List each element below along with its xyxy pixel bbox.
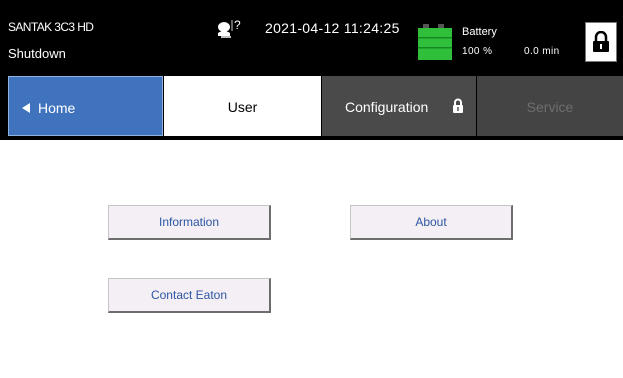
tab-home-label: Home bbox=[38, 100, 76, 116]
information-button[interactable]: Information bbox=[108, 205, 271, 240]
question-mark-help-icon[interactable]: ? bbox=[215, 18, 259, 40]
clock-datetime: 2021-04-12 11:24:25 bbox=[265, 20, 400, 36]
about-button[interactable]: About bbox=[350, 205, 513, 240]
battery-icon bbox=[416, 22, 454, 62]
screen-lock-button[interactable] bbox=[585, 22, 617, 62]
tab-bar: Home User Configuration Service bbox=[0, 72, 623, 140]
padlock-icon bbox=[453, 98, 463, 113]
user-menu-panel: Information About Contact Eaton bbox=[8, 140, 623, 378]
tab-home[interactable]: Home bbox=[8, 76, 163, 136]
padlock-icon bbox=[593, 31, 609, 52]
tab-configuration-label: Configuration bbox=[345, 99, 429, 115]
tab-service-label: Service bbox=[526, 99, 574, 115]
status-bar: SANTAK 3C3 HD Shutdown ? 2021-04-12 11:2… bbox=[0, 0, 623, 72]
battery-charge: 100 % bbox=[462, 46, 493, 57]
device-model: SANTAK 3C3 HD bbox=[8, 20, 94, 34]
battery-title: Battery bbox=[462, 26, 497, 38]
tab-user-label: User bbox=[227, 99, 258, 115]
svg-text:?: ? bbox=[234, 18, 241, 32]
tab-service: Service bbox=[477, 76, 623, 136]
ups-screen: SANTAK 3C3 HD Shutdown ? 2021-04-12 11:2… bbox=[0, 0, 623, 378]
tab-configuration[interactable]: Configuration bbox=[322, 76, 476, 136]
tab-user[interactable]: User bbox=[164, 76, 321, 136]
device-state: Shutdown bbox=[8, 46, 66, 61]
contact-eaton-button[interactable]: Contact Eaton bbox=[108, 278, 271, 313]
left-arrow-icon bbox=[22, 103, 30, 113]
battery-runtime: 0.0 min bbox=[524, 46, 560, 57]
